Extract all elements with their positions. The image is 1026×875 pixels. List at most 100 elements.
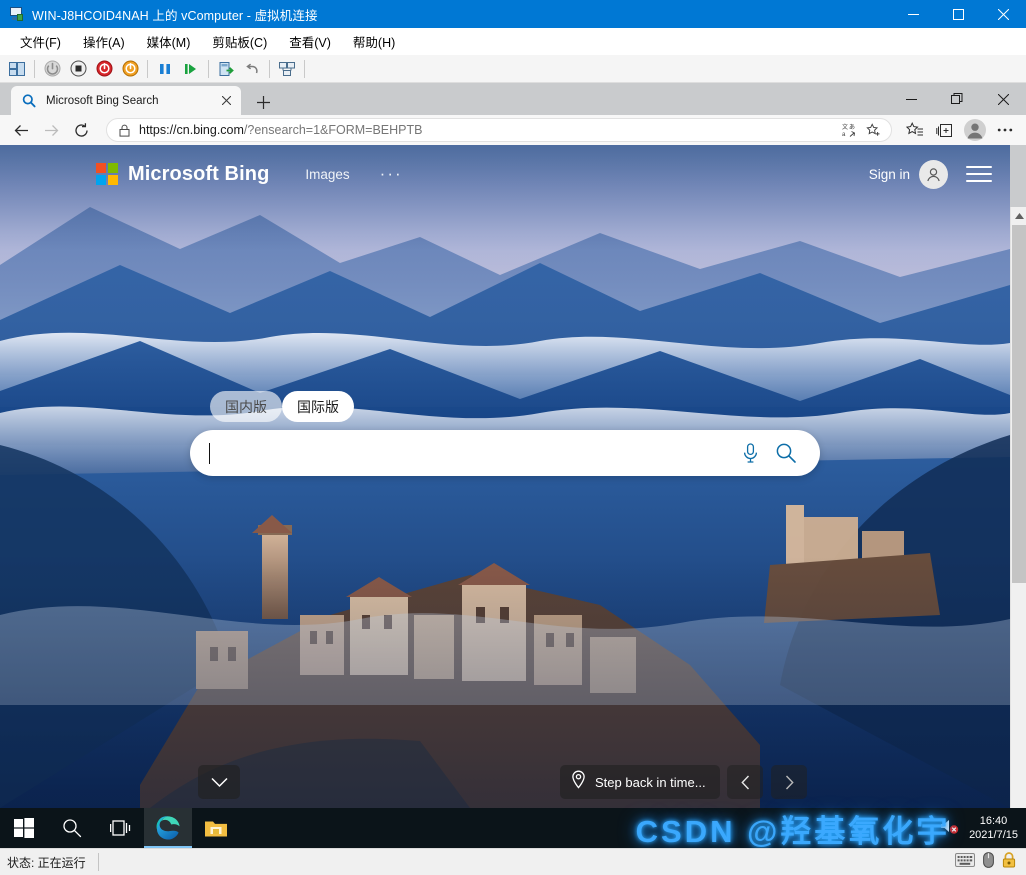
url-domain: https://cn.bing.com (139, 123, 244, 137)
bing-header-right: Sign in (869, 159, 992, 189)
folder-icon (205, 821, 227, 836)
nav-link-images[interactable]: Images (305, 167, 349, 182)
edge-browser-window: Microsoft Bing Search https://cn.bing.co… (0, 83, 1026, 808)
system-tray: 16:40 2021/7/15 (939, 808, 1026, 848)
windows-logo-icon (14, 818, 34, 838)
microphone-icon[interactable] (732, 435, 768, 471)
enhanced-session-button[interactable] (275, 57, 299, 81)
vm-status-bar: 状态: 正在运行 (0, 848, 1026, 875)
hero-next-button[interactable] (771, 765, 807, 799)
vm-maximize-button[interactable] (936, 0, 981, 28)
menu-file[interactable]: 文件(F) (9, 28, 72, 55)
resume-button[interactable] (179, 57, 203, 81)
settings-more-icon[interactable] (990, 117, 1020, 143)
virtual-machine-icon (8, 6, 24, 22)
favorites-icon[interactable] (900, 117, 930, 143)
step-back-in-time-button[interactable]: Step back in time... (560, 765, 720, 799)
hero-overlay-shade (0, 145, 1010, 808)
clock-time: 16:40 (979, 815, 1008, 827)
location-pin-icon (571, 770, 586, 794)
bing-nav-links: Images ··· (305, 164, 402, 184)
shut-down-button[interactable] (92, 57, 116, 81)
bing-page: Microsoft Bing Images ··· Sign in 国内版 国际… (0, 145, 1026, 808)
search-icon[interactable] (768, 435, 804, 471)
page-scrollbar[interactable] (1010, 207, 1026, 808)
vm-close-button[interactable] (981, 0, 1026, 28)
microsoft-logo-icon (96, 163, 118, 185)
vm-menu-bar: 文件(F) 操作(A) 媒体(M) 剪贴板(C) 查看(V) 帮助(H) (0, 28, 1026, 55)
edge-window-controls (888, 83, 1026, 115)
toolbar-separator-2 (147, 59, 148, 78)
hero-expand-button[interactable] (198, 765, 240, 799)
hamburger-menu-icon[interactable] (966, 162, 992, 186)
vm-title-bar: WIN-J8HCOID4NAH 上的 vComputer - 虚拟机连接 (0, 0, 1026, 28)
person-icon (919, 159, 948, 189)
vm-toolbar (0, 55, 1026, 83)
search-box[interactable] (190, 430, 820, 476)
page-viewport: Microsoft Bing Images ··· Sign in 国内版 国际… (0, 145, 1010, 808)
profile-avatar-icon[interactable] (960, 117, 990, 143)
keyboard-icon (955, 852, 975, 872)
scroll-up-arrow-icon[interactable] (1011, 207, 1026, 224)
menu-media[interactable]: 媒体(M) (136, 28, 202, 55)
svg-text:a: a (842, 132, 846, 138)
vm-window-controls (891, 0, 1026, 28)
hero-prev-button[interactable] (727, 765, 763, 799)
ctrl-alt-del-button[interactable] (5, 57, 29, 81)
vm-minimize-button[interactable] (891, 0, 936, 28)
edge-close-button[interactable] (980, 83, 1026, 115)
new-tab-button[interactable] (251, 90, 275, 114)
revert-button[interactable] (240, 57, 264, 81)
start-button[interactable] (0, 808, 48, 848)
toolbar-separator-4 (269, 59, 270, 78)
browser-tab-title: Microsoft Bing Search (46, 94, 159, 107)
search-button[interactable] (48, 808, 96, 848)
tab-close-icon[interactable] (217, 92, 235, 110)
edge-restore-button[interactable] (934, 83, 980, 115)
browser-tab-bing[interactable]: Microsoft Bing Search (11, 86, 241, 115)
menu-view[interactable]: 查看(V) (278, 28, 342, 55)
address-bar[interactable]: https://cn.bing.com/?ensearch=1&FORM=BEH… (106, 118, 892, 142)
forward-arrow-icon[interactable] (36, 117, 66, 143)
chevron-right-icon (785, 775, 794, 789)
file-explorer-button[interactable] (192, 808, 240, 848)
edge-browser-icon (156, 816, 180, 840)
toolbar-separator-3 (208, 59, 209, 78)
scrollbar-thumb[interactable] (1012, 225, 1026, 583)
svg-text:文: 文 (842, 123, 848, 131)
nav-more-menu[interactable]: ··· (380, 164, 403, 184)
version-domestic-button[interactable]: 国内版 (210, 391, 282, 422)
edge-button[interactable] (144, 808, 192, 848)
search-icon (63, 819, 82, 838)
refresh-icon[interactable] (66, 117, 96, 143)
translate-icon[interactable]: 文 あ a (837, 119, 861, 141)
mouse-icon (983, 851, 994, 873)
start-button[interactable] (40, 57, 64, 81)
chevron-down-icon (210, 777, 228, 787)
toolbar-separator-5 (304, 59, 305, 78)
menu-action[interactable]: 操作(A) (72, 28, 136, 55)
chevron-left-icon (740, 775, 749, 789)
back-arrow-icon[interactable] (6, 117, 36, 143)
edge-minimize-button[interactable] (888, 83, 934, 115)
collections-icon[interactable] (930, 117, 960, 143)
search-input[interactable] (208, 438, 732, 468)
task-view-button[interactable] (96, 808, 144, 848)
sign-in-button[interactable]: Sign in (869, 159, 948, 189)
windows-taskbar: 16:40 2021/7/15 (0, 808, 1026, 848)
bing-search-icon (21, 93, 37, 109)
taskbar-clock[interactable]: 16:40 2021/7/15 (969, 814, 1018, 842)
step-back-label: Step back in time... (595, 774, 706, 790)
save-state-button[interactable] (118, 57, 142, 81)
turn-off-button[interactable] (66, 57, 90, 81)
edge-tab-strip: Microsoft Bing Search (0, 83, 1026, 115)
bing-logo[interactable]: Microsoft Bing (96, 163, 269, 186)
volume-muted-icon[interactable] (939, 817, 959, 840)
checkpoint-button[interactable] (214, 57, 238, 81)
pause-button[interactable] (153, 57, 177, 81)
favorite-star-icon[interactable] (861, 119, 885, 141)
menu-clipboard[interactable]: 剪贴板(C) (201, 28, 278, 55)
task-view-icon (109, 820, 130, 836)
menu-help[interactable]: 帮助(H) (342, 28, 406, 55)
version-international-button[interactable]: 国际版 (282, 391, 354, 422)
